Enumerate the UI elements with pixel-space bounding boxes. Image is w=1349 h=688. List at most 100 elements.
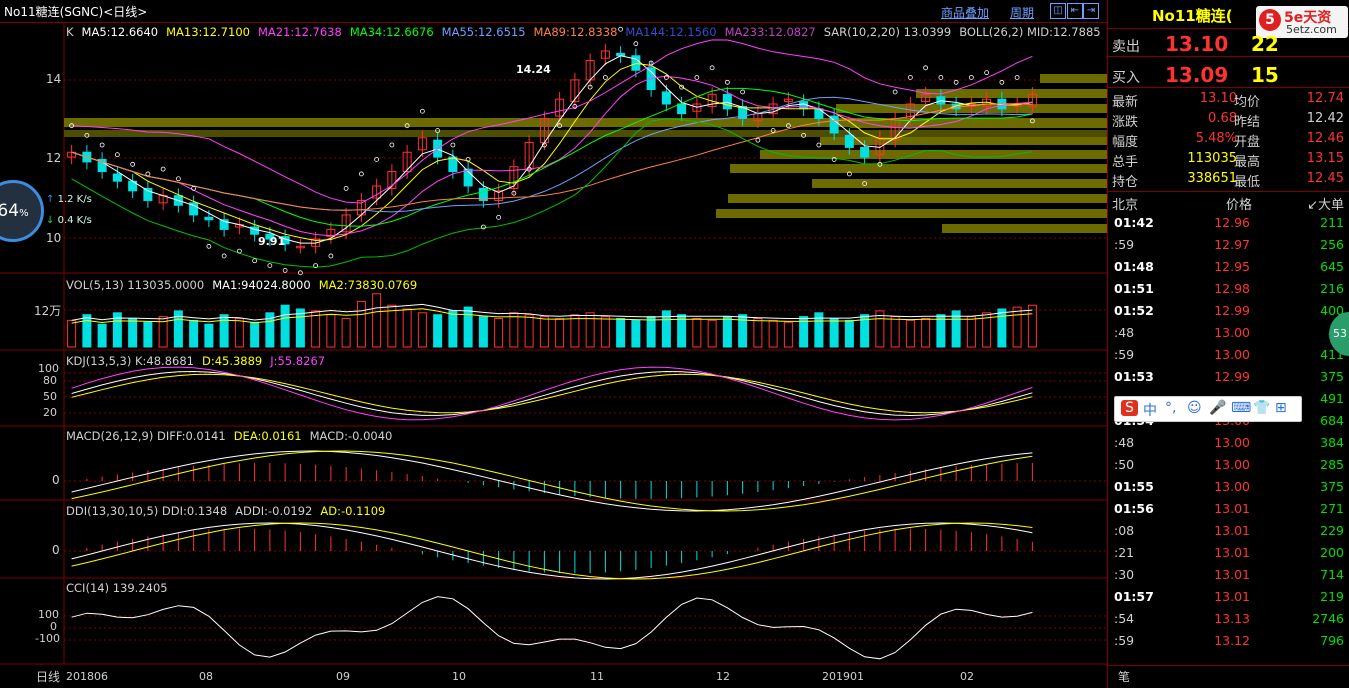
indicator-value: DDI(13,30,10,5) DDI:0.1348	[66, 504, 228, 518]
tick-time: 01:42	[1114, 215, 1154, 230]
tick-row[interactable]: :54 13.13 2746	[1108, 611, 1349, 633]
stat-value: 12.42	[1306, 111, 1344, 126]
tick-row[interactable]: 01:53 12.99 375	[1108, 369, 1349, 391]
tick-row[interactable]: 01:42 12.96 211	[1108, 215, 1349, 237]
period-label[interactable]: 日线	[36, 668, 60, 685]
tick-price: 13.00	[1214, 347, 1250, 362]
indicator-value: AD:-0.1109	[320, 504, 386, 518]
indicator-value: MA13:12.7100	[166, 25, 250, 39]
layout-button[interactable]: ◫	[1050, 3, 1066, 19]
tick-row[interactable]: 01:56 13.01 271	[1108, 501, 1349, 523]
tick-time: 01:53	[1114, 369, 1154, 384]
tick-row[interactable]: 01:57 13.01 219	[1108, 589, 1349, 611]
price-tick-14: 14	[46, 72, 62, 86]
sar-dot	[206, 243, 212, 249]
tick-row[interactable]: :21 13.01 200	[1108, 545, 1349, 567]
ime-button[interactable]: ☺	[1187, 400, 1202, 416]
tick-row[interactable]: :59 13.12 796	[1108, 633, 1349, 655]
period-link[interactable]: 周期	[1010, 4, 1034, 21]
tick-price: 13.01	[1214, 501, 1250, 516]
volume-bar	[204, 323, 214, 348]
volume-profile-bar	[64, 130, 1107, 137]
ime-button[interactable]: ⌨	[1231, 400, 1251, 416]
upload-speed: ↑ 1.2 K/s	[46, 194, 92, 205]
volume-profile-bar	[942, 224, 1107, 233]
tick-time: 01:55	[1114, 479, 1154, 494]
candle-body	[860, 146, 870, 158]
stat-label: 涨跌	[1112, 115, 1139, 130]
indicator-value: J:55.8267	[270, 354, 326, 368]
ddi-indicator-legend: DDI(13,30,10,5) DDI:0.1348 ADDI:-0.0192 AD…	[66, 504, 393, 518]
tick-row[interactable]: :59 13.00 411	[1108, 347, 1349, 369]
tick-price: 13.00	[1214, 479, 1250, 494]
ime-button[interactable]: 🎤	[1209, 400, 1226, 416]
ime-button[interactable]: ⊞	[1275, 400, 1287, 416]
date-label: 09	[336, 670, 350, 683]
scroll-right-button[interactable]: ⇥	[1083, 3, 1099, 19]
volume-bar	[219, 314, 229, 348]
ask-row: 卖出 13.10 22	[1108, 30, 1349, 57]
tick-price: 13.00	[1214, 325, 1250, 340]
stat-label: 开盘	[1234, 135, 1261, 150]
volume-bar	[921, 318, 931, 348]
chart-titlebar: No11糖连(SGNC)<日线> 商品叠加 周期 ◫ ⇤ ⇥	[0, 0, 1107, 23]
volume-bar	[356, 300, 366, 348]
tick-volume: 256	[1320, 237, 1344, 252]
sar-dot	[114, 152, 120, 158]
tick-header-vol: ↙大单	[1307, 198, 1344, 213]
sar-dot	[984, 70, 990, 76]
tick-row[interactable]: :30 13.01 714	[1108, 567, 1349, 589]
overlay-commodity-link[interactable]: 商品叠加	[941, 4, 989, 21]
ime-button[interactable]: 👕	[1253, 400, 1270, 416]
tick-row[interactable]: 01:48 12.95 645	[1108, 259, 1349, 281]
stat-label: 最新	[1112, 95, 1139, 110]
sar-dot	[740, 89, 746, 95]
network-percent: 64%	[0, 180, 44, 242]
ime-button[interactable]: °,	[1165, 400, 1176, 416]
tick-price: 12.96	[1214, 215, 1250, 230]
candle-body	[661, 91, 671, 105]
download-speed: ↓ 0.4 K/s	[46, 215, 92, 226]
volume-bar	[326, 314, 336, 348]
tick-row[interactable]: 01:52 12.99 400	[1108, 303, 1349, 325]
ime-button[interactable]: 中	[1143, 400, 1157, 420]
volume-bar	[341, 318, 351, 348]
tick-row[interactable]: :59 12.97 256	[1108, 237, 1349, 259]
tick-volume: 285	[1320, 457, 1344, 472]
tick-row[interactable]: :50 13.00 285	[1108, 457, 1349, 479]
volume-bar	[524, 314, 534, 348]
tab-ticks[interactable]: 笔	[1118, 668, 1130, 685]
sar-dot	[953, 79, 959, 85]
stat-value: 12.46	[1306, 131, 1344, 146]
volume-profile-bar	[728, 194, 1107, 203]
ime-button[interactable]: S	[1121, 400, 1138, 416]
kline-chart-area[interactable]: No11糖连(SGNC)<日线> 商品叠加 周期 ◫ ⇤ ⇥ K MA5:12.6…	[0, 0, 1168, 688]
indicator-value: MA34:12.6676	[349, 25, 434, 39]
tick-row[interactable]: :48 13.00 41	[1108, 325, 1349, 347]
volume-bar	[555, 318, 565, 348]
tick-row[interactable]: 01:55 13.00 375	[1108, 479, 1349, 501]
indicator-value: MA55:12.6515	[441, 25, 526, 39]
stat-value: 5.48%	[1195, 131, 1237, 146]
volume-bar	[570, 314, 580, 348]
quote-stat-row: 最新 13.10 均价 12.74	[1108, 91, 1349, 111]
candle-body	[722, 93, 732, 110]
tick-row[interactable]: 01:51 12.98 216	[1108, 281, 1349, 303]
scroll-left-button[interactable]: ⇤	[1067, 3, 1083, 19]
tick-price: 12.98	[1214, 281, 1250, 296]
tick-row[interactable]: :08 13.01 229	[1108, 523, 1349, 545]
ime-toolbar[interactable]: S 中 °, ☺ 🎤 ⌨ 👕 ⊞	[1114, 396, 1302, 422]
indicator-value: MA21:12.7638	[257, 25, 342, 39]
volume-bar	[280, 304, 290, 348]
tick-row[interactable]: :48 13.00 384	[1108, 435, 1349, 457]
vol-ma1-line	[71, 303, 1033, 321]
volume-bar	[722, 316, 732, 348]
sar-dot	[236, 248, 242, 254]
date-label: 10	[452, 670, 466, 683]
date-label: 201901	[822, 670, 864, 683]
sar-dot	[907, 75, 913, 80]
tick-volume: 714	[1320, 567, 1344, 582]
tick-time: 01:57	[1114, 589, 1154, 604]
macd-indicator-legend: MACD(26,12,9) DIFF:0.0141 DEA:0.0161 MACD:…	[66, 429, 400, 443]
network-speed-widget[interactable]: 64% ↑ 1.2 K/s ↓ 0.4 K/s	[0, 178, 96, 242]
